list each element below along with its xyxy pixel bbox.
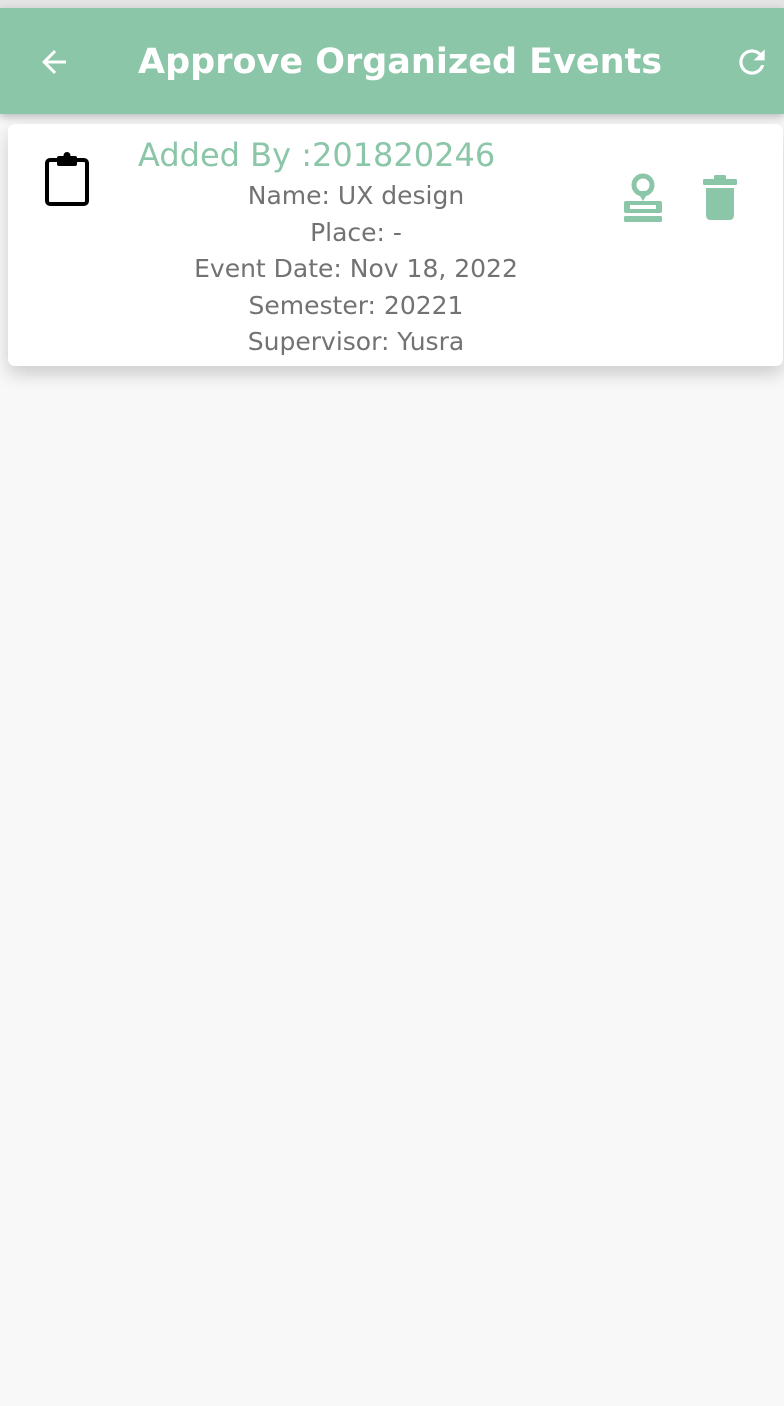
refresh-icon — [739, 49, 765, 75]
event-supervisor: Supervisor: Yusra — [247, 327, 465, 356]
back-button[interactable] — [24, 38, 84, 86]
page-title: Approve Organized Events — [138, 42, 663, 82]
app-bar: Approve Organized Events — [0, 8, 784, 114]
delete-button[interactable] — [692, 168, 748, 228]
event-card[interactable]: Added By :201820246 Name: UX design Plac… — [8, 124, 783, 366]
event-date: Event Date: Nov 18, 2022 — [194, 254, 518, 283]
stamp-icon — [624, 173, 662, 222]
refresh-button[interactable] — [726, 38, 778, 86]
trash-icon — [703, 175, 737, 220]
arrow-back-icon — [42, 50, 66, 74]
added-by-label: Added By :201820246 — [138, 136, 496, 174]
event-name: Name: UX design — [247, 181, 465, 210]
event-details: Name: UX design Place: - Event Date: Nov… — [156, 178, 556, 361]
clipboard-icon — [44, 152, 92, 208]
approve-button[interactable] — [614, 168, 672, 228]
event-semester: Semester: 20221 — [248, 290, 464, 320]
status-bar — [0, 0, 784, 8]
event-place: Place: - — [310, 217, 402, 247]
